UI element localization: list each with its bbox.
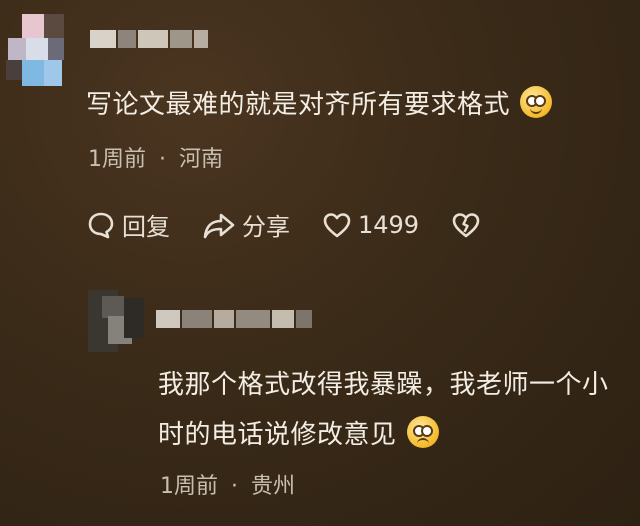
avatar[interactable] (0, 0, 66, 88)
comment-location: 河南 (179, 147, 224, 172)
grinning-face-icon (520, 86, 553, 118)
reply-text-line1: 我那个格式改得我暴躁，我老师一个小 (158, 370, 609, 400)
meta-separator: · (231, 474, 238, 499)
comment-meta: 1周前 · 河南 (88, 141, 223, 173)
reply-label: 回复 (122, 213, 170, 241)
like-button[interactable]: 1499 (322, 211, 419, 239)
share-arrow-icon (203, 213, 235, 238)
comment-time: 1周前 (88, 147, 146, 172)
avatar[interactable] (88, 290, 146, 352)
like-count: 1499 (358, 210, 420, 239)
comment-actions: 回复 分享 1499 (86, 207, 519, 242)
woozy-face-icon (406, 416, 439, 448)
heart-icon (323, 212, 351, 237)
reply-meta: 1周前 · 贵州 (160, 468, 295, 500)
comment-text: 写论文最难的就是对齐所有要求格式 (86, 84, 553, 121)
broken-heart-icon (452, 212, 480, 237)
reply-location: 贵州 (251, 474, 296, 499)
reply-button[interactable]: 回复 (86, 207, 170, 242)
share-button[interactable]: 分享 (202, 207, 290, 242)
reply-text-line2: 时的电话说修改意见 (158, 414, 439, 451)
reply-time: 1周前 (160, 474, 218, 499)
username-redacted[interactable] (90, 30, 208, 48)
share-label: 分享 (242, 213, 290, 241)
dislike-button[interactable] (451, 211, 487, 239)
reply-bubble-icon (88, 212, 114, 238)
username-redacted[interactable] (156, 310, 312, 328)
meta-separator: · (159, 147, 166, 172)
